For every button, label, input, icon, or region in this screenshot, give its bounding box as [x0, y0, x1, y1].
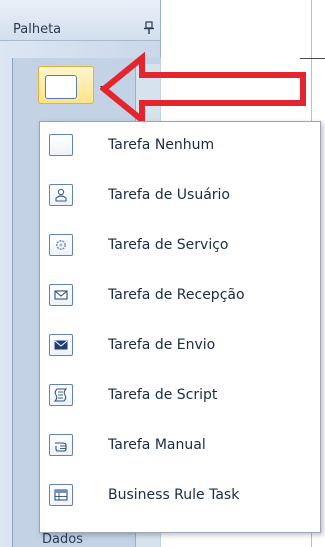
table-icon	[49, 484, 73, 506]
user-icon	[49, 184, 73, 206]
menu-item-label: Business Rule Task	[108, 487, 240, 503]
menu-item-send-task[interactable]: Tarefa de Envio	[40, 322, 320, 372]
menu-item-label: Tarefa de Serviço	[108, 237, 229, 253]
menu-item-label: Tarefa de Envio	[108, 337, 216, 353]
menu-item-receive-task[interactable]: Tarefa de Recepção	[40, 272, 320, 322]
menu-item-label: Tarefa de Usuário	[108, 187, 230, 203]
gear-icon	[49, 234, 73, 256]
menu-item-label: Tarefa de Recepção	[108, 287, 245, 303]
menu-item-task-none[interactable]: Tarefa Nenhum	[40, 122, 320, 172]
envelope-outline-icon	[49, 284, 73, 306]
task-none-icon	[49, 134, 73, 156]
menu-item-user-task[interactable]: Tarefa de Usuário	[40, 172, 320, 222]
task-shape-icon	[45, 75, 77, 99]
menu-item-label: Tarefa Manual	[108, 437, 206, 453]
hand-icon	[49, 434, 73, 456]
palette-section-label[interactable]: Dados	[42, 532, 83, 547]
red-arrow-annotation	[100, 52, 306, 122]
menu-item-manual-task[interactable]: Tarefa Manual	[40, 422, 320, 472]
menu-item-script-task[interactable]: Tarefa de Script	[40, 372, 320, 422]
selected-task-tool[interactable]	[38, 66, 94, 104]
palette-title: Palheta	[13, 22, 62, 37]
menu-item-service-task[interactable]: Tarefa de Serviço	[40, 222, 320, 272]
palette-header: Palheta	[0, 0, 160, 41]
task-type-menu: Tarefa Nenhum Tarefa de Usuário Tarefa d…	[39, 121, 321, 533]
script-icon	[49, 384, 73, 406]
menu-item-business-rule-task[interactable]: Business Rule Task	[40, 472, 320, 522]
envelope-filled-icon	[49, 334, 73, 356]
menu-item-label: Tarefa de Script	[108, 387, 218, 403]
pin-icon[interactable]	[143, 21, 155, 35]
menu-item-label: Tarefa Nenhum	[108, 137, 215, 153]
